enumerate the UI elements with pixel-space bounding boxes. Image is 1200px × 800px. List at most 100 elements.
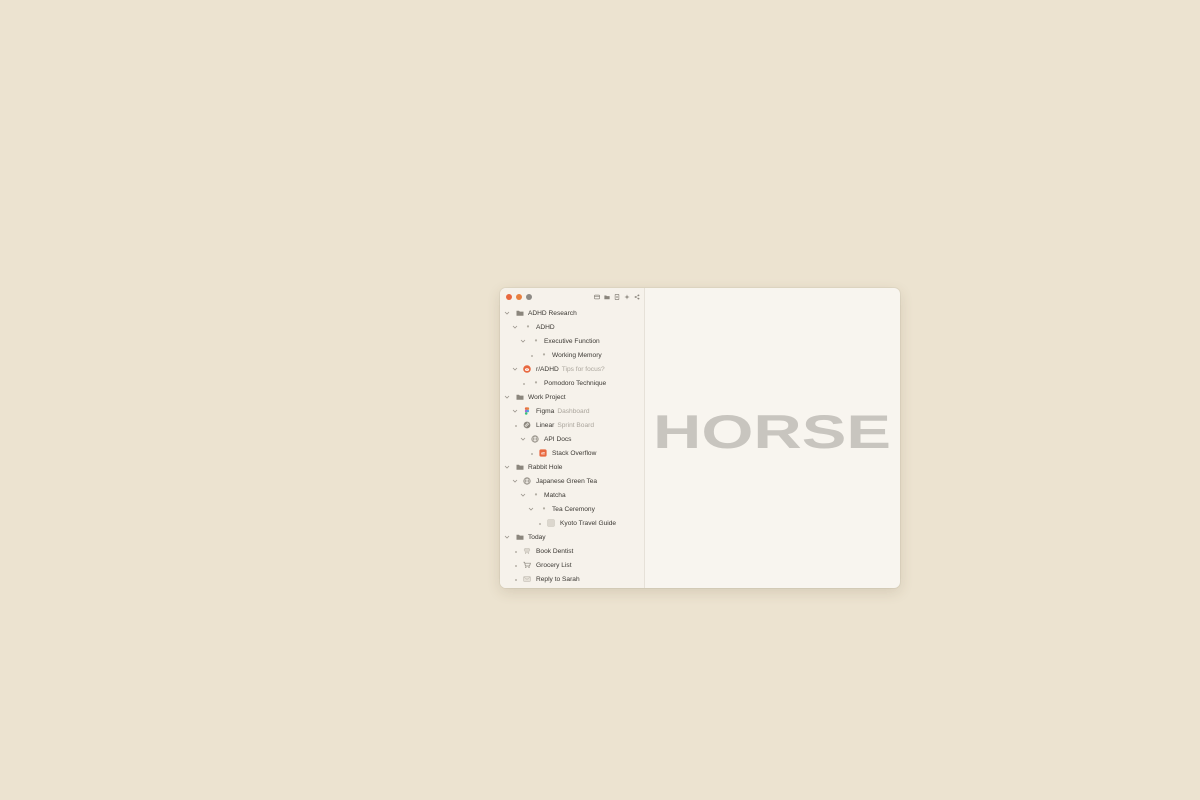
figma-icon [523, 407, 531, 415]
chevron-down-icon[interactable] [504, 394, 510, 400]
tab-title: r/ADHD [536, 366, 559, 373]
folder-icon [603, 295, 610, 299]
tree-tab-api-docs[interactable]: API Docs [500, 433, 644, 447]
leaf-bullet [515, 425, 517, 427]
leaf-bullet [531, 453, 533, 455]
chevron-down-icon[interactable] [512, 366, 518, 372]
sidebar-tree: ADHD Research ADHD Executive Function Wo… [500, 306, 644, 587]
note-icon [524, 323, 532, 331]
tree-item-label: ADHD Research [528, 310, 577, 317]
tree-folder-adhd-research[interactable]: ADHD Research [500, 307, 644, 321]
tab-subtitle: Dashboard [557, 408, 590, 415]
cart-icon [523, 561, 531, 569]
tree-note-pomodoro[interactable]: Pomodoro Technique [500, 377, 644, 391]
note-icon [532, 491, 540, 499]
page-icon [547, 519, 555, 527]
tree-item-label: r/ADHD Tips for focus? [536, 366, 605, 374]
tree-item-label: ADHD [536, 324, 555, 331]
reddit-icon [523, 365, 531, 373]
tree-note-executive-function[interactable]: Executive Function [500, 335, 644, 349]
folder-icon [516, 393, 524, 401]
tree-folder-work-project[interactable]: Work Project [500, 391, 644, 405]
minimize-window-button[interactable] [516, 294, 522, 300]
tree-item-label: API Docs [544, 436, 572, 443]
tab-icon [593, 294, 600, 299]
sidebar: ADHD Research ADHD Executive Function Wo… [500, 288, 645, 588]
document-icon [614, 293, 619, 300]
app-window: ADHD Research ADHD Executive Function Wo… [500, 288, 900, 588]
chevron-down-icon[interactable] [520, 338, 526, 344]
tree-tab-stack-overflow[interactable]: Stack Overflow [500, 447, 644, 461]
folder-icon [516, 533, 524, 541]
tree-tab-figma[interactable]: Figma Dashboard [500, 405, 644, 419]
tree-item-label: Working Memory [552, 352, 602, 359]
chevron-down-icon[interactable] [528, 506, 534, 512]
chevron-down-icon[interactable] [512, 478, 518, 484]
stackoverflow-icon [539, 449, 547, 457]
leaf-bullet [515, 565, 517, 567]
leaf-bullet [531, 355, 533, 357]
tree-todo-book-dentist[interactable]: Book Dentist [500, 545, 644, 559]
chevron-down-icon[interactable] [520, 492, 526, 498]
leaf-bullet [515, 551, 517, 553]
tree-item-label: Figma Dashboard [536, 408, 590, 416]
chevron-down-icon[interactable] [512, 408, 518, 414]
tab-title: Figma [536, 408, 555, 415]
chevron-down-icon[interactable] [504, 534, 510, 540]
tree-note-working-memory[interactable]: Working Memory [500, 349, 644, 363]
tree-tab-reddit-adhd[interactable]: r/ADHD Tips for focus? [500, 363, 644, 377]
ai-assist-button[interactable] [623, 292, 630, 301]
globe-icon [523, 477, 531, 485]
tree-item-label: Executive Function [544, 338, 600, 345]
new-folder-button[interactable] [603, 292, 610, 301]
new-tab-button[interactable] [593, 292, 600, 301]
new-note-button[interactable] [613, 292, 620, 301]
main-pane: HORSE [645, 288, 900, 588]
sparkle-icon [623, 293, 630, 300]
tree-item-label: Reply to Sarah [536, 576, 580, 583]
tree-tab-japanese-green-tea[interactable]: Japanese Green Tea [500, 475, 644, 489]
tree-item-label: Work Project [528, 394, 566, 401]
share-button[interactable] [633, 292, 640, 301]
tree-tab-kyoto-travel-guide[interactable]: Kyoto Travel Guide [500, 517, 644, 531]
tooth-icon [523, 547, 531, 555]
mail-icon [523, 575, 531, 583]
sidebar-toolbar [593, 292, 640, 301]
note-icon [540, 351, 548, 359]
folder-icon [516, 309, 524, 317]
chevron-down-icon[interactable] [504, 310, 510, 316]
tree-folder-rabbit-hole[interactable]: Rabbit Hole [500, 461, 644, 475]
tree-note-tea-ceremony[interactable]: Tea Ceremony [500, 503, 644, 517]
tree-note-adhd[interactable]: ADHD [500, 321, 644, 335]
tree-todo-reply-to-sarah[interactable]: Reply to Sarah [500, 573, 644, 587]
note-icon [532, 337, 540, 345]
note-icon [532, 379, 540, 387]
share-icon [634, 293, 639, 300]
tree-todo-grocery-list[interactable]: Grocery List [500, 559, 644, 573]
maximize-window-button[interactable] [526, 294, 532, 300]
tree-item-label: Grocery List [536, 562, 572, 569]
chevron-down-icon[interactable] [520, 436, 526, 442]
close-window-button[interactable] [506, 294, 512, 300]
leaf-bullet [515, 579, 517, 581]
leaf-bullet [523, 383, 525, 385]
note-icon [540, 505, 548, 513]
tree-item-label: Stack Overflow [552, 450, 597, 457]
wordmark-text: HORSE [653, 414, 891, 456]
chevron-down-icon[interactable] [512, 324, 518, 330]
leaf-bullet [539, 523, 541, 525]
tree-item-label: Japanese Green Tea [536, 478, 598, 485]
globe-icon [531, 435, 539, 443]
folder-icon [516, 463, 524, 471]
tree-item-label: Linear Sprint Board [536, 422, 594, 430]
tree-item-label: Tea Ceremony [552, 506, 595, 513]
tree-item-label: Rabbit Hole [528, 464, 563, 471]
titlebar [500, 288, 644, 306]
tree-item-label: Today [528, 534, 546, 541]
chevron-down-icon[interactable] [504, 464, 510, 470]
tab-subtitle: Sprint Board [557, 422, 594, 429]
tree-tab-linear[interactable]: Linear Sprint Board [500, 419, 644, 433]
horse-wordmark-logo: HORSE [653, 414, 891, 456]
tree-note-matcha[interactable]: Matcha [500, 489, 644, 503]
tree-folder-today[interactable]: Today [500, 531, 644, 545]
